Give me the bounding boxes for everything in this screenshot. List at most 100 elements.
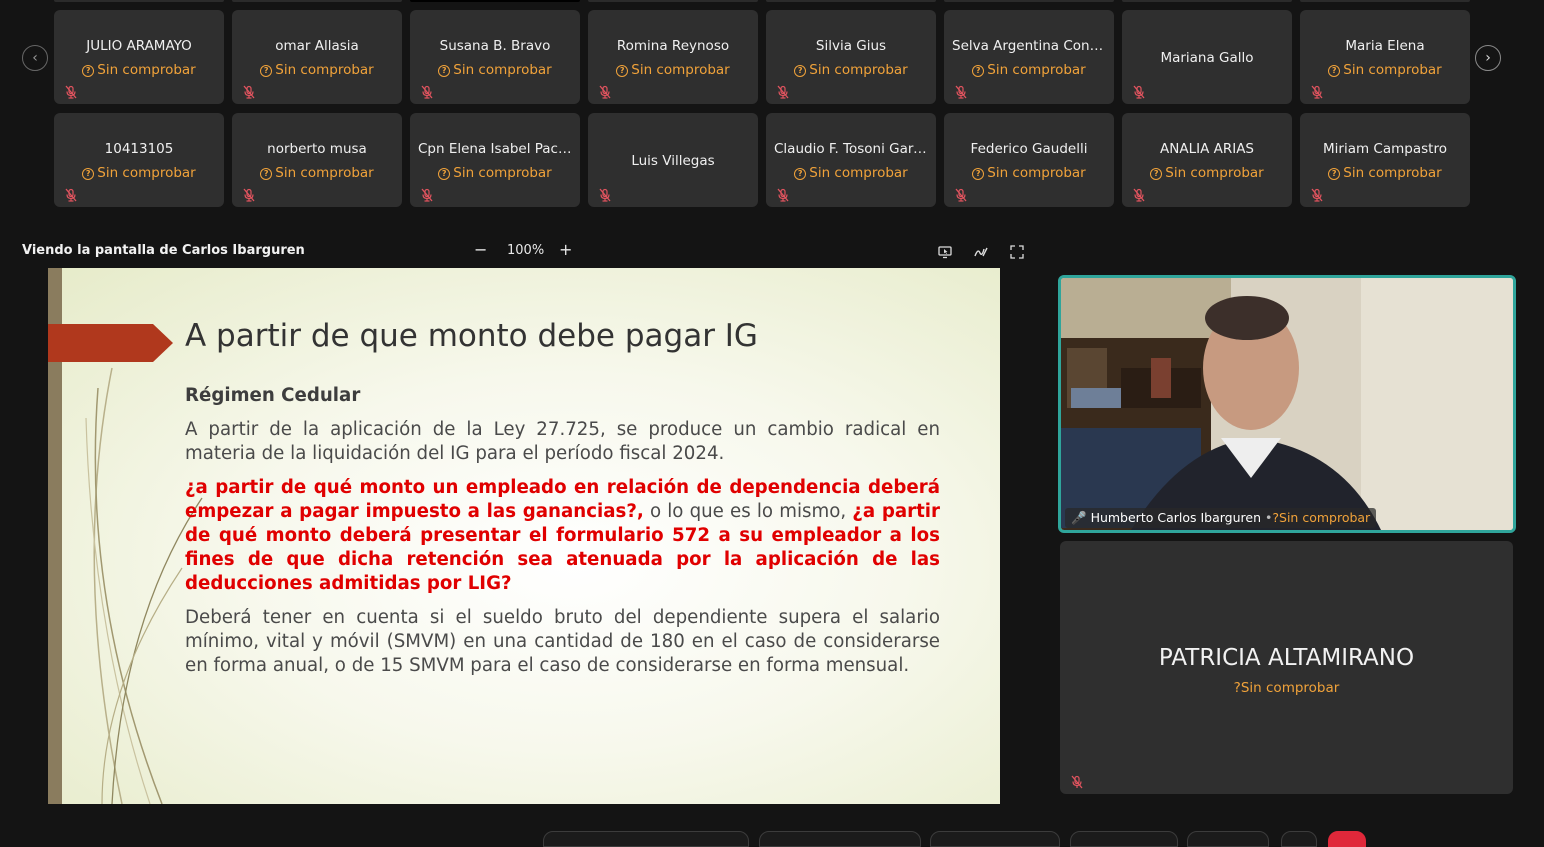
question-icon: ?	[1328, 65, 1341, 77]
slide-body: Régimen Cedular A partir de la aplicació…	[185, 384, 940, 688]
participant-tile-large[interactable]: PATRICIA ALTAMIRANO ?Sin comprobar	[1060, 541, 1513, 794]
verification-status: ?Sin comprobar	[54, 62, 224, 78]
chevron-right-icon: ›	[1485, 50, 1491, 66]
status-text: Sin comprobar	[631, 62, 730, 78]
tile-edge	[54, 0, 224, 2]
participant-tile[interactable]: ANALIA ARIAS ? Sin comprobar	[1122, 113, 1292, 207]
question-icon: ?	[794, 65, 807, 77]
mic-muted-icon	[421, 188, 433, 202]
prev-page-button[interactable]: ‹	[22, 45, 48, 71]
participant-name: Romina Reynoso	[616, 38, 730, 54]
participant-tile[interactable]: Miriam Campastro ? Sin comprobar	[1300, 113, 1470, 207]
chevron-left-icon: ‹	[32, 50, 38, 66]
shared-slide: A partir de que monto debe pagar IG Régi…	[48, 268, 1000, 804]
question-icon: ?	[794, 168, 807, 180]
participant-tile[interactable]: JULIO ARAMAYO ? Sin comprobar	[54, 10, 224, 104]
control-bar-button[interactable]	[1187, 831, 1269, 847]
question-icon: ?	[438, 168, 451, 180]
mic-muted-icon	[65, 188, 77, 202]
participant-name: norberto musa	[267, 141, 367, 157]
status-text: Sin comprobar	[1343, 62, 1442, 78]
participant-tile[interactable]: Cpn Elena Isabel Pachao ? Sin comprobar	[410, 113, 580, 207]
participant-name: Federico Gaudelli	[970, 141, 1088, 157]
participant-name: Selva Argentina Contre...	[952, 38, 1114, 54]
tile-edge	[232, 0, 402, 2]
question-icon: ?	[1150, 168, 1163, 180]
participant-name: Cpn Elena Isabel Pachao	[418, 141, 580, 157]
participant-tile[interactable]: Silvia Gius ? Sin comprobar	[766, 10, 936, 104]
speaker-video-frame	[1061, 278, 1513, 530]
verification-status: ?Sin comprobar	[766, 165, 936, 181]
slide-paragraph: A partir de la aplicación de la Ley 27.7…	[185, 419, 940, 464]
verification-status: ?Sin comprobar	[1060, 680, 1513, 696]
fullscreen-icon[interactable]	[1009, 244, 1025, 260]
status-text: Sin comprobar	[97, 165, 196, 181]
remote-control-icon[interactable]	[937, 244, 953, 260]
control-bar-button[interactable]	[759, 831, 921, 847]
mic-muted-icon	[243, 188, 255, 202]
annotate-icon[interactable]	[973, 244, 989, 260]
speaker-video[interactable]: 🎤 Humberto Carlos Ibarguren •?Sin compro…	[1058, 275, 1516, 533]
question-icon: ?	[616, 65, 629, 77]
mic-muted-icon	[243, 85, 255, 99]
mic-on-icon: 🎤	[1071, 510, 1087, 525]
participant-tile[interactable]: Mariana Gallo ?	[1122, 10, 1292, 104]
participant-name: Miriam Campastro	[1323, 141, 1447, 157]
participant-tile[interactable]: norberto musa ? Sin comprobar	[232, 113, 402, 207]
speaker-label: 🎤 Humberto Carlos Ibarguren •?Sin compro…	[1065, 508, 1377, 528]
mic-muted-icon	[955, 188, 967, 202]
participant-tile[interactable]: Claudio F. Tosoni Garcia ? Sin comprobar	[766, 113, 936, 207]
participant-tile[interactable]: Romina Reynoso ? Sin comprobar	[588, 10, 758, 104]
status-text: Sin comprobar	[987, 165, 1086, 181]
status-text: Sin comprobar	[1165, 165, 1264, 181]
participant-tile[interactable]: omar Allasia ? Sin comprobar	[232, 10, 402, 104]
question-icon: ?	[260, 168, 273, 180]
participant-name: 10413105	[104, 141, 174, 157]
verification-status: ?Sin comprobar	[944, 62, 1114, 78]
control-bar-button[interactable]	[1070, 831, 1178, 847]
mic-muted-icon	[1133, 85, 1145, 99]
verification-status: ?Sin comprobar	[944, 165, 1114, 181]
question-icon: ?	[438, 65, 451, 77]
screen-share-label: Viendo la pantalla de Carlos Ibarguren	[22, 243, 305, 258]
zoom-in-button[interactable]: +	[559, 240, 572, 259]
verification-status: ?Sin comprobar	[1300, 165, 1470, 181]
participant-name: Susana B. Bravo	[439, 38, 551, 54]
participant-tile[interactable]: 10413105 ? Sin comprobar	[54, 113, 224, 207]
status-text: Sin comprobar	[275, 165, 374, 181]
status-text: Sin comprobar	[1240, 680, 1340, 696]
mic-muted-icon	[955, 85, 967, 99]
control-bar-button[interactable]	[930, 831, 1060, 847]
slide-title: A partir de que monto debe pagar IG	[185, 318, 758, 354]
mic-muted-icon	[777, 85, 789, 99]
control-bar-button[interactable]	[543, 831, 749, 847]
mic-muted-icon	[599, 188, 611, 202]
participant-tile[interactable]: Federico Gaudelli ? Sin comprobar	[944, 113, 1114, 207]
participant-name: Luis Villegas	[631, 153, 715, 169]
tile-edge	[1122, 0, 1292, 2]
verification-status: ?Sin comprobar	[410, 165, 580, 181]
participant-name: Maria Elena	[1345, 38, 1425, 54]
participant-name: ANALIA ARIAS	[1160, 141, 1254, 157]
tile-edge	[588, 0, 758, 2]
participant-tile[interactable]: Maria Elena ? Sin comprobar	[1300, 10, 1470, 104]
participant-tile[interactable]: Luis Villegas ?	[588, 113, 758, 207]
title-flag	[48, 324, 173, 362]
mic-muted-icon	[599, 85, 611, 99]
verification-status: ?Sin comprobar	[766, 62, 936, 78]
question-icon: ?	[82, 65, 95, 77]
participant-tile[interactable]: Susana B. Bravo ? Sin comprobar	[410, 10, 580, 104]
participant-tile[interactable]: Selva Argentina Contre... ? Sin comprobar	[944, 10, 1114, 104]
verification-status: ?Sin comprobar	[1122, 165, 1292, 181]
tile-edge	[766, 0, 936, 2]
question-connector: o lo que es lo mismo,	[643, 501, 853, 522]
participant-name: omar Allasia	[275, 38, 359, 54]
speaker-name: Humberto Carlos Ibarguren	[1090, 510, 1262, 525]
participant-name: Claudio F. Tosoni Garcia	[774, 141, 933, 157]
mic-muted-icon	[1311, 85, 1323, 99]
status-text: Sin comprobar	[1343, 165, 1442, 181]
zoom-out-button[interactable]: −	[474, 240, 487, 259]
control-bar-button[interactable]	[1281, 831, 1317, 847]
leave-button[interactable]	[1328, 831, 1366, 847]
next-page-button[interactable]: ›	[1475, 45, 1501, 71]
